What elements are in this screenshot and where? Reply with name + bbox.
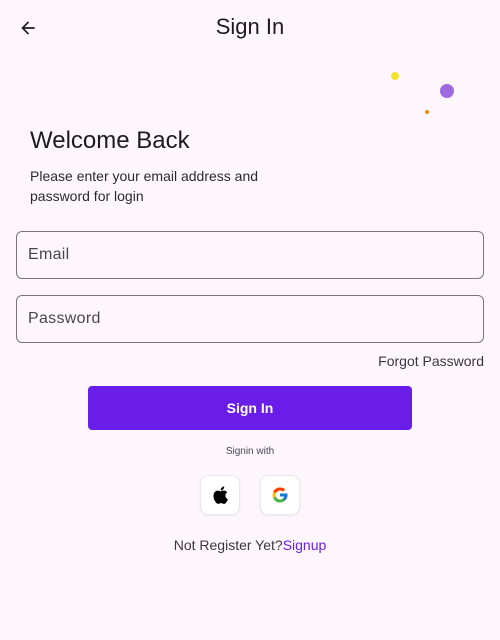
apple-signin-button[interactable] (200, 475, 240, 515)
register-prompt-text: Not Register Yet? (173, 537, 283, 553)
forgot-password-link[interactable]: Forgot Password (378, 353, 484, 369)
app-bar: Sign In (0, 0, 500, 56)
sign-in-button[interactable]: Sign In (88, 386, 412, 430)
signup-link[interactable]: Signup (283, 537, 327, 553)
signin-with-caption: Signin with (225, 446, 275, 457)
email-field-label: Email (28, 246, 70, 263)
google-signin-button[interactable] (260, 475, 300, 515)
decor-dot-orange (425, 110, 429, 114)
password-field[interactable]: Password (16, 295, 484, 343)
welcome-heading: Welcome Back (30, 127, 190, 154)
decor-dot-purple (440, 84, 454, 98)
register-prompt: Not Register Yet?Signup (0, 537, 500, 553)
apple-icon (213, 486, 228, 504)
email-field[interactable]: Email (16, 231, 484, 279)
sign-in-screen: Sign In Welcome Back Please enter your e… (0, 0, 500, 640)
password-field-label: Password (28, 310, 101, 327)
google-icon (272, 487, 288, 503)
decor-dot-yellow (391, 72, 399, 80)
page-title: Sign In (215, 14, 285, 39)
welcome-subtitle: Please enter your email address and pass… (30, 168, 259, 204)
